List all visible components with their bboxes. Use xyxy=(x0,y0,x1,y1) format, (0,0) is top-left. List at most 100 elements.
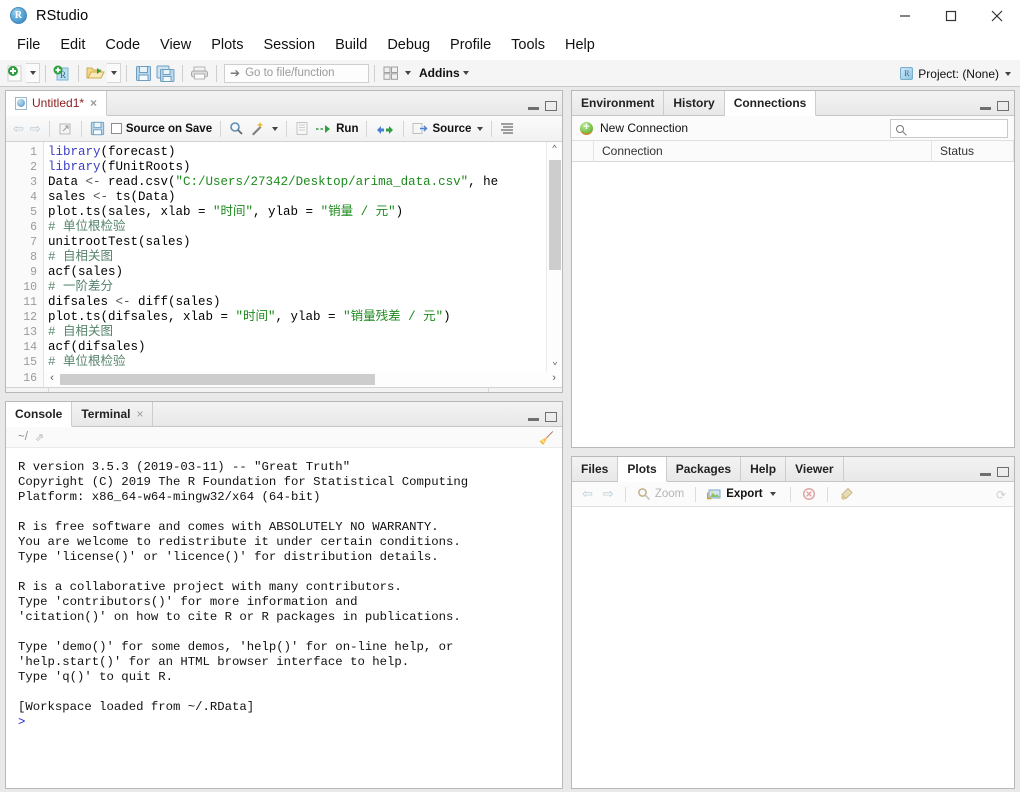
new-file-icon[interactable] xyxy=(4,62,26,84)
maximize-pane-icon[interactable] xyxy=(545,412,557,422)
right-arrow-icon[interactable]: ⇨ xyxy=(599,484,618,505)
remove-plot-icon[interactable] xyxy=(798,484,820,505)
scroll-left-icon[interactable]: ‹ xyxy=(44,373,60,385)
source-tab-untitled1[interactable]: Untitled1* × xyxy=(6,91,107,116)
print-icon[interactable] xyxy=(188,62,211,84)
document-outline-icon[interactable] xyxy=(497,118,517,139)
minimize-pane-icon[interactable] xyxy=(980,102,991,111)
code-line[interactable]: Data <- read.csv("C:/Users/27342/Desktop… xyxy=(48,175,544,190)
code-line[interactable]: plot.ts(difsales, xlab = "时间", ylab = "销… xyxy=(48,310,544,325)
new-file-dropdown[interactable] xyxy=(26,63,40,83)
close-icon[interactable] xyxy=(974,0,1020,31)
hscroll-track[interactable]: ‹ › xyxy=(44,371,562,387)
broom-icon[interactable]: 🧹 xyxy=(539,431,554,445)
column-header-connection[interactable]: Connection xyxy=(594,141,932,162)
tab-packages[interactable]: Packages xyxy=(667,456,741,481)
source-chevron-icon[interactable] xyxy=(477,127,483,131)
save-icon[interactable] xyxy=(87,118,108,139)
editor-horizontal-scrollbar[interactable]: 16 ‹ › xyxy=(6,371,562,387)
code-line[interactable]: sales <- ts(Data) xyxy=(48,190,544,205)
console-working-directory[interactable]: ~/ xyxy=(18,431,28,443)
save-all-icon[interactable] xyxy=(154,62,177,84)
pin-icon[interactable]: ⇗ xyxy=(35,431,44,444)
goto-file-input[interactable]: ➔ Go to file/function xyxy=(224,64,369,83)
tab-terminal[interactable]: Terminal × xyxy=(72,401,153,426)
code-tools-chevron-icon[interactable] xyxy=(272,127,278,131)
zoom-button[interactable]: Zoom xyxy=(633,484,688,505)
forward-arrow-icon[interactable]: ⇨ xyxy=(27,118,44,139)
minimize-pane-icon[interactable] xyxy=(528,413,539,422)
menu-item-tools[interactable]: Tools xyxy=(501,34,555,57)
code-editor[interactable]: 123456789101112131415 library(forecast)l… xyxy=(6,142,562,371)
back-arrow-icon[interactable]: ⇦ xyxy=(10,118,27,139)
connections-search-input[interactable] xyxy=(890,119,1008,138)
tab-help[interactable]: Help xyxy=(741,456,786,481)
code-line[interactable]: # 一阶差分 xyxy=(48,280,544,295)
project-selector[interactable]: R Project: (None) xyxy=(900,60,1014,87)
menu-item-session[interactable]: Session xyxy=(253,34,325,57)
new-project-icon[interactable]: R xyxy=(51,62,73,84)
maximize-icon[interactable] xyxy=(928,0,974,31)
run-button[interactable]: Run xyxy=(312,118,361,139)
menu-item-file[interactable]: File xyxy=(7,34,50,57)
menu-item-view[interactable]: View xyxy=(150,34,201,57)
tab-plots[interactable]: Plots xyxy=(618,457,666,482)
code-line[interactable]: acf(sales) xyxy=(48,265,544,280)
clear-all-plots-icon[interactable] xyxy=(835,484,858,505)
tab-environment[interactable]: Environment xyxy=(572,90,664,115)
scroll-right-icon[interactable]: › xyxy=(546,373,562,385)
minimize-pane-icon[interactable] xyxy=(980,468,991,477)
code-line[interactable]: # 自相关图 xyxy=(48,250,544,265)
code-line[interactable]: # 自相关图 xyxy=(48,325,544,340)
code-line[interactable]: library(forecast) xyxy=(48,145,544,160)
addins-label[interactable]: Addins xyxy=(419,66,460,80)
code-lines[interactable]: library(forecast)library(fUnitRoots)Data… xyxy=(48,142,544,370)
compile-report-icon[interactable] xyxy=(292,118,312,139)
menu-item-profile[interactable]: Profile xyxy=(440,34,501,57)
menu-item-help[interactable]: Help xyxy=(555,34,605,57)
open-file-dropdown[interactable] xyxy=(107,63,121,83)
refresh-icon[interactable]: ⟳ xyxy=(996,488,1006,502)
tab-history[interactable]: History xyxy=(664,90,724,115)
source-button[interactable]: Source xyxy=(409,118,474,139)
code-tools-icon[interactable] xyxy=(247,118,269,139)
code-line[interactable]: # 单位根检验 xyxy=(48,355,544,370)
tab-viewer[interactable]: Viewer xyxy=(786,456,843,481)
code-line[interactable]: unitrootTest(sales) xyxy=(48,235,544,250)
maximize-pane-icon[interactable] xyxy=(545,101,557,111)
code-line[interactable]: # 单位根检验 xyxy=(48,220,544,235)
show-in-new-window-icon[interactable] xyxy=(55,118,76,139)
tab-console[interactable]: Console xyxy=(6,402,72,427)
code-line[interactable]: difsales <- diff(sales) xyxy=(48,295,544,310)
connections-table-body[interactable] xyxy=(572,162,1014,430)
plots-display-area[interactable] xyxy=(572,507,1014,787)
code-line[interactable]: plot.ts(sales, xlab = "时间", ylab = "销量 /… xyxy=(48,205,544,220)
code-line[interactable]: library(fUnitRoots) xyxy=(48,160,544,175)
scope-selector[interactable]: (Top Level) ⇕ xyxy=(49,388,138,394)
console-output[interactable]: R version 3.5.3 (2019-03-11) -- "Great T… xyxy=(6,448,562,787)
hscrollbar-thumb[interactable] xyxy=(60,374,375,385)
menu-item-debug[interactable]: Debug xyxy=(377,34,440,57)
menu-item-plots[interactable]: Plots xyxy=(201,34,253,57)
close-terminal-icon[interactable]: × xyxy=(136,407,143,421)
re-run-icon[interactable] xyxy=(372,118,398,139)
workspace-panes-icon[interactable] xyxy=(380,62,402,84)
save-icon[interactable] xyxy=(132,62,154,84)
new-connection-button[interactable]: New Connection xyxy=(600,121,688,135)
tab-files[interactable]: Files xyxy=(572,456,618,481)
scroll-up-icon[interactable]: ⌃ xyxy=(547,142,562,159)
minimize-icon[interactable] xyxy=(882,0,928,31)
editor-vertical-scrollbar[interactable]: ⌃ ⌄ xyxy=(546,142,562,371)
scroll-down-icon[interactable]: ⌄ xyxy=(547,354,562,371)
menu-item-build[interactable]: Build xyxy=(325,34,377,57)
panes-dropdown-chevron-icon[interactable] xyxy=(405,71,411,75)
source-on-save-checkbox[interactable]: Source on Save xyxy=(108,118,215,139)
left-arrow-icon[interactable]: ⇦ xyxy=(578,484,597,505)
tab-connections[interactable]: Connections xyxy=(725,91,817,116)
menu-item-code[interactable]: Code xyxy=(95,34,150,57)
scrollbar-thumb[interactable] xyxy=(549,160,561,270)
menu-item-edit[interactable]: Edit xyxy=(50,34,95,57)
export-button[interactable]: Export xyxy=(703,484,782,505)
open-file-icon[interactable] xyxy=(84,62,107,84)
maximize-pane-icon[interactable] xyxy=(997,101,1009,111)
